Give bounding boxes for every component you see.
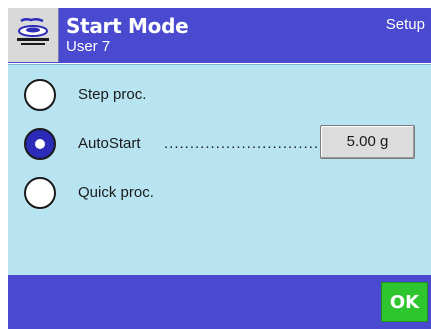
option-label-step-proc: Step proc.	[78, 86, 147, 103]
header-bar: Start Mode User 7 Setup	[8, 8, 431, 63]
option-autostart[interactable]: AutoStart ..............................…	[8, 124, 431, 168]
radio-quick-proc[interactable]	[24, 177, 56, 209]
ok-button[interactable]: OK	[381, 282, 428, 322]
option-quick-proc[interactable]: Quick proc.	[8, 173, 431, 217]
options-panel: Step proc. AutoStart ...................…	[8, 64, 431, 275]
balance-scale-icon[interactable]	[8, 8, 59, 62]
option-label-quick-proc: Quick proc.	[78, 184, 154, 201]
radio-autostart[interactable]	[24, 128, 56, 160]
footer-bar: OK	[8, 275, 431, 329]
leader-dots: ..............................	[164, 135, 320, 152]
setup-label: Setup	[385, 16, 425, 33]
page-title: Start Mode	[66, 14, 189, 38]
autostart-value-button[interactable]: 5.00 g	[320, 125, 415, 159]
option-step-proc[interactable]: Step proc.	[8, 75, 431, 119]
user-label: User 7	[66, 38, 111, 55]
radio-step-proc[interactable]	[24, 79, 56, 111]
option-label-autostart: AutoStart	[78, 135, 141, 152]
